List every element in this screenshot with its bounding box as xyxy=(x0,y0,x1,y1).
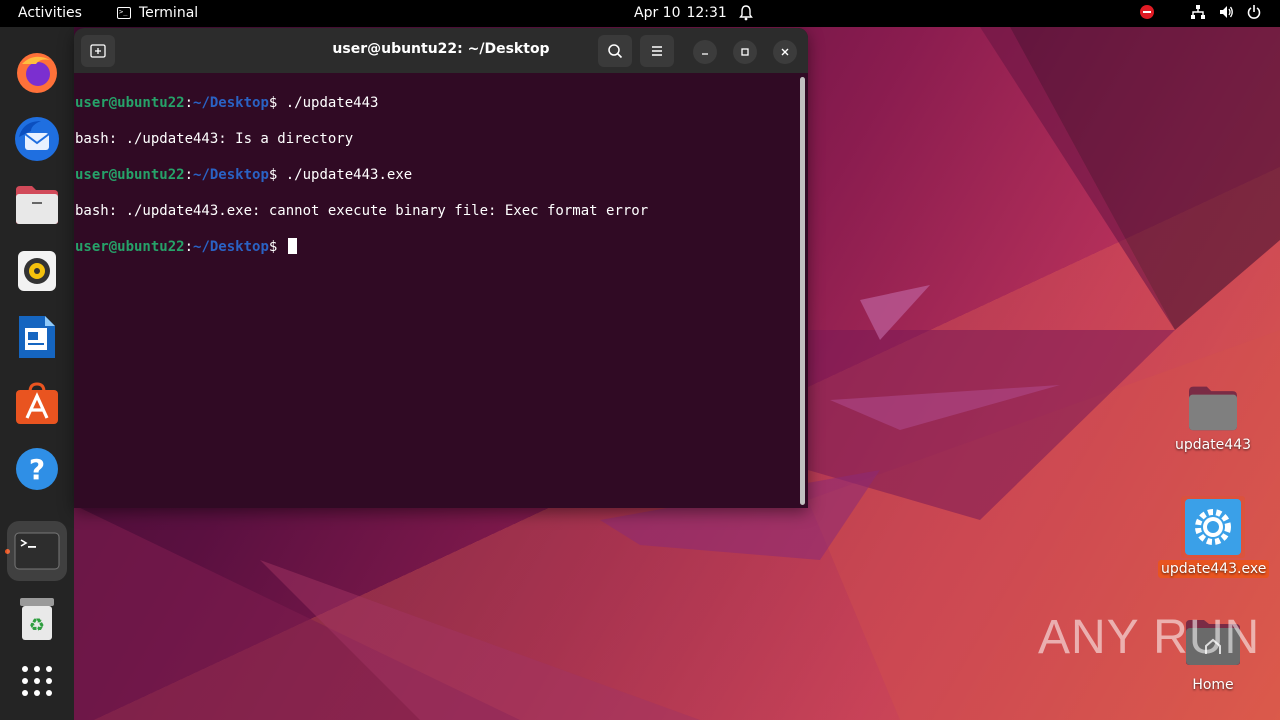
output-text: bash: ./update443.exe: cannot execute bi… xyxy=(75,203,649,219)
search-icon xyxy=(608,44,623,59)
command-text: ./update443.exe xyxy=(277,167,413,183)
libreoffice-writer-icon xyxy=(19,316,55,358)
dock-trash[interactable]: ♻ xyxy=(7,589,67,649)
power-icon xyxy=(1247,5,1261,19)
maximize-button[interactable] xyxy=(733,40,757,64)
dock-help[interactable]: ? xyxy=(7,439,67,499)
output-text: bash: ./update443: Is a directory xyxy=(75,131,354,147)
files-folder-icon xyxy=(16,186,58,224)
terminal-line: bash: ./update443.exe: cannot execute bi… xyxy=(75,202,796,220)
prompt-path: ~/Desktop xyxy=(193,239,269,255)
app-name: Terminal xyxy=(139,5,199,21)
minimize-button[interactable] xyxy=(693,40,717,64)
svg-text:?: ? xyxy=(29,453,45,486)
desktop-icon-label: Home xyxy=(1192,677,1234,693)
menu-button[interactable] xyxy=(640,35,674,67)
app-menu[interactable]: >_ Terminal xyxy=(117,5,198,21)
desktop-icon-label: update443 xyxy=(1174,437,1252,453)
text-cursor xyxy=(287,238,297,254)
system-tray[interactable] xyxy=(1140,4,1262,20)
dock-app-center[interactable] xyxy=(7,373,67,433)
help-icon: ? xyxy=(16,448,58,490)
hamburger-menu-icon xyxy=(652,46,662,56)
app-center-bag-icon xyxy=(16,382,58,424)
dock-firefox[interactable] xyxy=(7,43,67,103)
terminal-icon xyxy=(14,532,60,570)
minimize-icon xyxy=(702,53,708,55)
do-not-disturb-icon xyxy=(1140,5,1154,19)
thunderbird-icon xyxy=(15,117,59,161)
prompt-separator: : xyxy=(184,95,194,111)
anyrun-watermark: ANY RUN xyxy=(1038,610,1260,665)
terminal-titlebar[interactable]: user@ubuntu22: ~/Desktop xyxy=(74,28,808,73)
trash-icon: ♻ xyxy=(20,598,54,640)
prompt-separator: : xyxy=(184,167,194,183)
command-text: ./update443 xyxy=(277,95,379,111)
notification-bell-icon[interactable] xyxy=(739,5,753,21)
maximize-icon xyxy=(741,48,749,56)
terminal-output[interactable]: user@ubuntu22:~/Desktop$ ./update443 bas… xyxy=(75,76,796,508)
prompt-user: user@ubuntu22 xyxy=(75,167,185,183)
executable-gear-icon xyxy=(1181,496,1245,558)
prompt-user: user@ubuntu22 xyxy=(75,95,185,111)
top-bar: Activities >_ Terminal Apr 10 12:31 xyxy=(0,0,1280,27)
prompt-separator: : xyxy=(184,239,194,255)
close-icon xyxy=(781,48,789,56)
activities-button[interactable]: Activities xyxy=(18,5,82,21)
terminal-app-icon: >_ xyxy=(117,7,131,19)
search-button[interactable] xyxy=(598,35,632,67)
terminal-line: user@ubuntu22:~/Desktop$ xyxy=(75,238,796,256)
desktop-file-update443-exe[interactable]: update443.exe xyxy=(1158,496,1270,578)
prompt-user: user@ubuntu22 xyxy=(75,239,185,255)
show-apps-grid-icon xyxy=(22,666,52,696)
terminal-scrollbar[interactable] xyxy=(800,77,805,505)
clock-time: 12:31 xyxy=(686,5,727,21)
terminal-line: bash: ./update443: Is a directory xyxy=(75,130,796,148)
network-icon xyxy=(1191,5,1205,19)
terminal-line: user@ubuntu22:~/Desktop$ ./update443 xyxy=(75,94,796,112)
volume-icon xyxy=(1220,6,1233,18)
dock-show-apps[interactable] xyxy=(7,651,67,711)
desktop-folder-update443[interactable]: update443 xyxy=(1158,384,1268,454)
clock-date: Apr 10 xyxy=(634,5,681,21)
svg-text:♻: ♻ xyxy=(29,615,45,636)
firefox-icon xyxy=(17,53,57,93)
dock-writer[interactable] xyxy=(7,307,67,367)
prompt-path: ~/Desktop xyxy=(193,95,269,111)
dock-files[interactable] xyxy=(7,175,67,235)
desktop-icon-label: update443.exe xyxy=(1158,560,1270,578)
terminal-line: user@ubuntu22:~/Desktop$ ./update443.exe xyxy=(75,166,796,184)
dock-terminal[interactable] xyxy=(7,521,67,581)
clock[interactable]: Apr 10 12:31 xyxy=(634,5,727,21)
dock-thunderbird[interactable] xyxy=(7,109,67,169)
terminal-window[interactable]: user@ubuntu22: ~/Desktop user@ubuntu22:~… xyxy=(74,28,808,508)
watermark-text: ANY RUN xyxy=(1038,611,1261,664)
rhythmbox-speaker-icon xyxy=(18,251,56,291)
close-button[interactable] xyxy=(773,40,797,64)
dock-rhythmbox[interactable] xyxy=(7,241,67,301)
prompt-path: ~/Desktop xyxy=(193,167,269,183)
folder-icon xyxy=(1189,386,1237,431)
dock: ? ♻ xyxy=(0,27,74,720)
command-text xyxy=(277,239,285,255)
